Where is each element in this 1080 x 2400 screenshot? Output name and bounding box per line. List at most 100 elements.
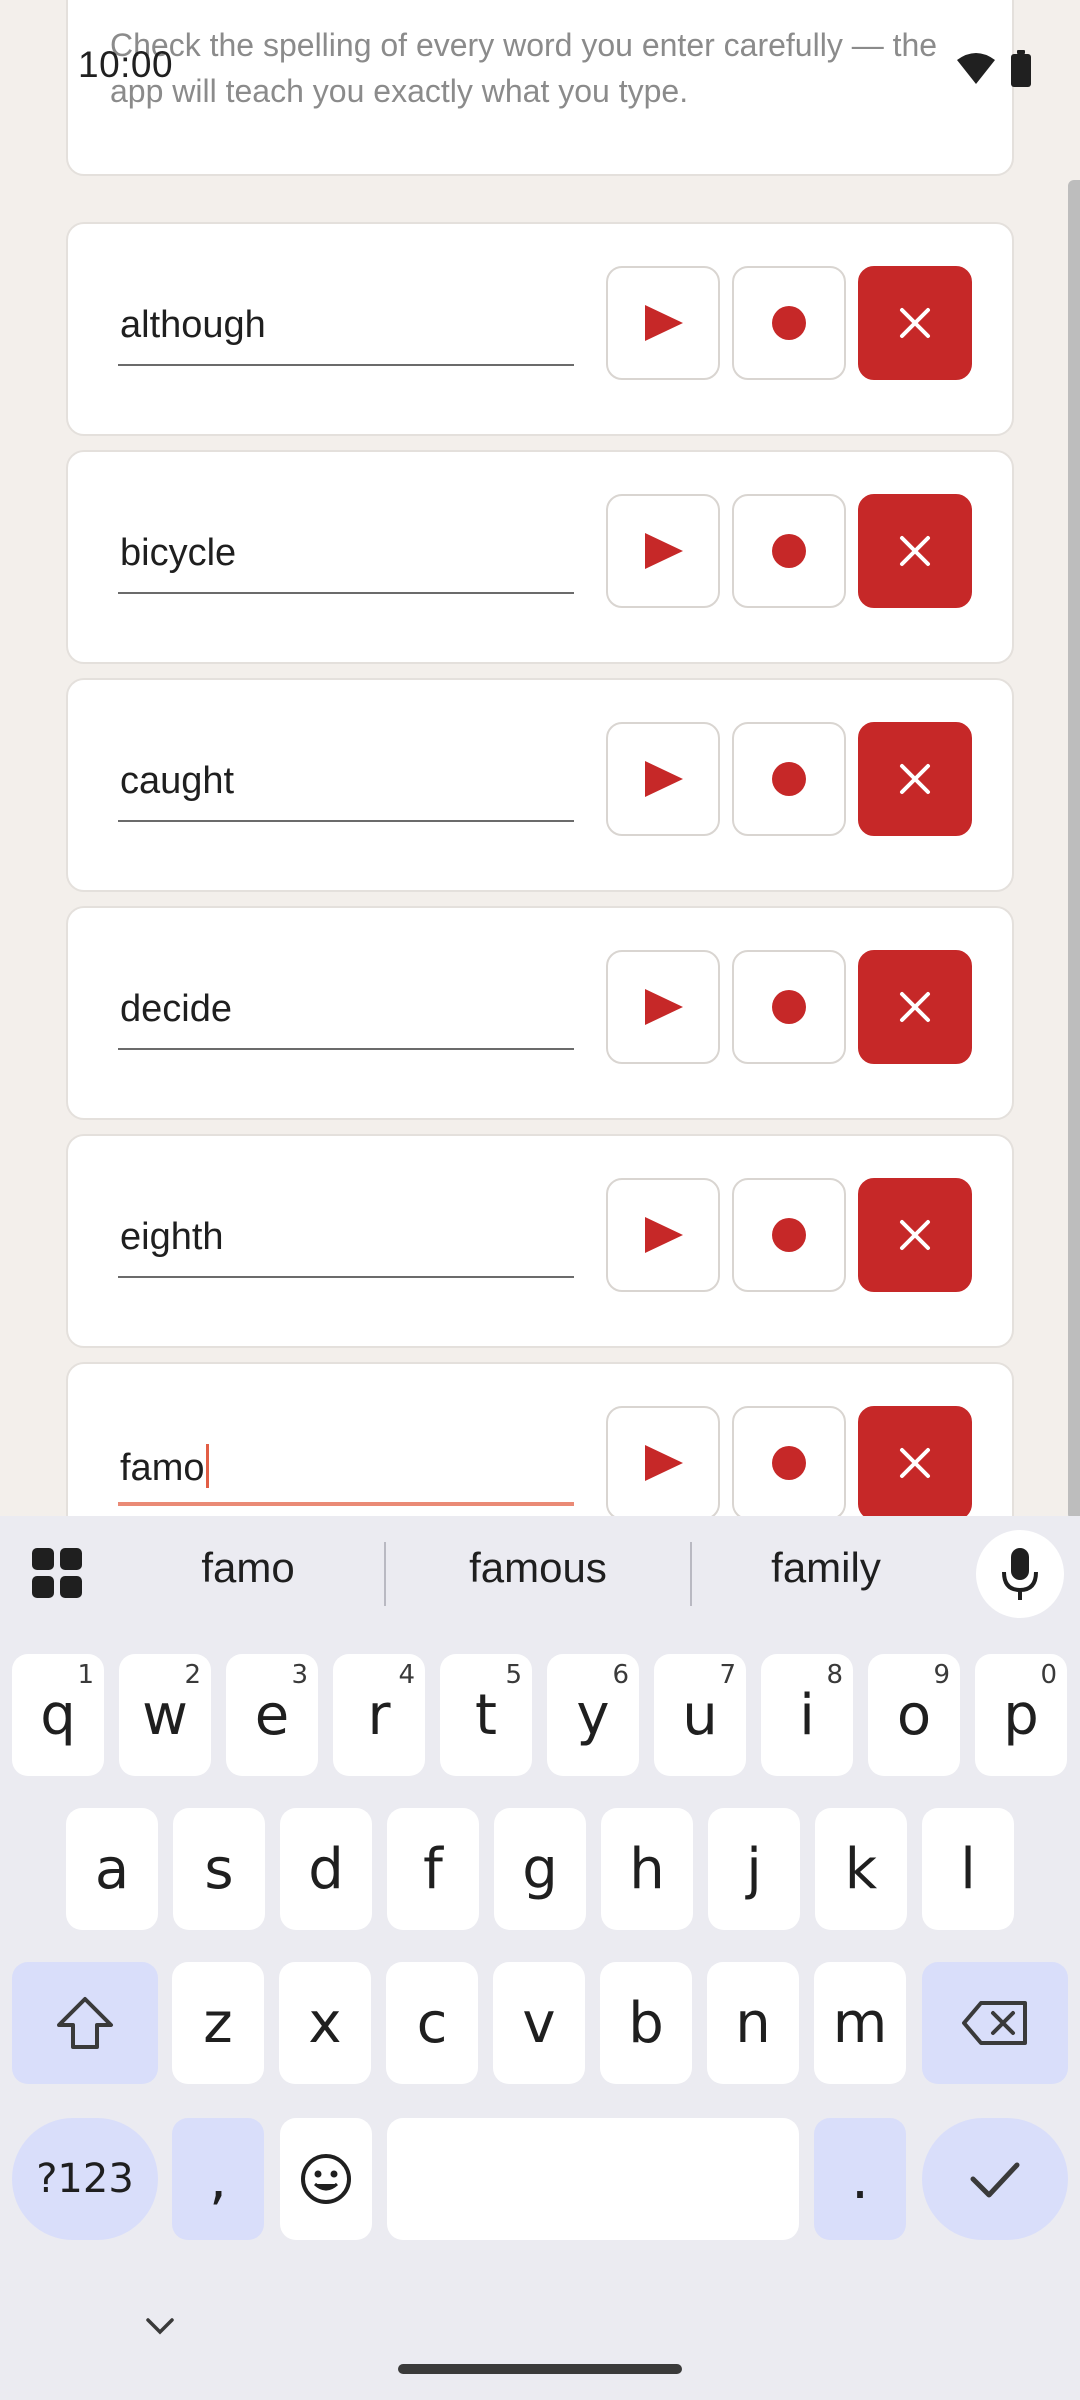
key-r[interactable]: r4 [333,1654,425,1776]
delete-button[interactable] [858,950,972,1064]
key-i[interactable]: i8 [761,1654,853,1776]
key-d[interactable]: d [280,1808,372,1930]
key-label: . [851,2146,869,2212]
key-z[interactable]: z [172,1962,264,2084]
record-button[interactable] [732,950,846,1064]
close-icon [900,1220,930,1250]
key-e[interactable]: e3 [226,1654,318,1776]
word-input[interactable]: decide [118,980,574,1050]
home-indicator[interactable] [398,2364,682,2374]
key-t[interactable]: t5 [440,1654,532,1776]
key-k[interactable]: k [815,1808,907,1930]
key-q[interactable]: q1 [12,1654,104,1776]
key-h[interactable]: h [601,1808,693,1930]
key-label: h [629,1836,665,1902]
key-v[interactable]: v [493,1962,585,2084]
key-label: l [960,1836,976,1902]
key-hint: 6 [612,1660,629,1690]
key-hint: 4 [398,1660,415,1690]
keyboard: famo famous family q1w2e3r4t5y6u7i8o9p0a… [0,1516,1080,2400]
key-y[interactable]: y6 [547,1654,639,1776]
delete-button[interactable] [858,722,972,836]
key-label: v [522,1990,556,2056]
key-o[interactable]: o9 [868,1654,960,1776]
word-input-value: decide [120,988,232,1030]
record-button[interactable] [732,722,846,836]
apps-grid-icon[interactable] [30,1546,86,1607]
key-label: c [416,1990,448,2056]
close-icon [900,308,930,338]
play-icon [645,533,683,569]
key-j[interactable]: j [708,1808,800,1930]
key-label: g [522,1836,558,1902]
play-button[interactable] [606,950,720,1064]
record-button[interactable] [732,1406,846,1520]
suggestion-3[interactable]: family [686,1544,966,1592]
symbols-key[interactable]: ?123 [12,2118,158,2240]
play-button[interactable] [606,266,720,380]
record-button[interactable] [732,1178,846,1292]
close-icon [900,764,930,794]
close-icon [900,1448,930,1478]
play-button[interactable] [606,1178,720,1292]
suggestion-2[interactable]: famous [398,1544,678,1592]
key-a[interactable]: a [66,1808,158,1930]
comma-key[interactable]: , [172,2118,264,2240]
key-b[interactable]: b [600,1962,692,2084]
hide-keyboard-button[interactable] [144,2316,176,2341]
delete-button[interactable] [858,1406,972,1520]
key-g[interactable]: g [494,1808,586,1930]
enter-key[interactable] [922,2118,1068,2240]
suggestion-1[interactable]: famo [108,1544,388,1592]
key-f[interactable]: f [387,1808,479,1930]
key-label: u [682,1682,718,1748]
key-hint: 1 [77,1660,94,1690]
play-button[interactable] [606,1406,720,1520]
key-label: f [423,1836,443,1902]
word-input[interactable]: although [118,296,574,366]
space-key[interactable] [387,2118,799,2240]
key-label: d [308,1836,344,1902]
key-label: r [367,1682,391,1748]
word-input[interactable]: caught [118,752,574,822]
delete-button[interactable] [858,494,972,608]
word-card: decide [66,906,1014,1120]
record-icon [772,306,806,340]
key-p[interactable]: p0 [975,1654,1067,1776]
close-icon [900,536,930,566]
record-icon [772,990,806,1024]
play-button[interactable] [606,722,720,836]
play-icon [645,1445,683,1481]
word-input[interactable]: bicycle [118,524,574,594]
key-l[interactable]: l [922,1808,1014,1930]
key-label: t [475,1682,497,1748]
key-c[interactable]: c [386,1962,478,2084]
key-m[interactable]: m [814,1962,906,2084]
emoji-key[interactable] [280,2118,372,2240]
record-button[interactable] [732,494,846,608]
key-w[interactable]: w2 [119,1654,211,1776]
word-input[interactable]: eighth [118,1208,574,1278]
play-button[interactable] [606,494,720,608]
key-label: y [576,1682,610,1748]
delete-button[interactable] [858,266,972,380]
period-key[interactable]: . [814,2118,906,2240]
close-icon [900,992,930,1022]
key-label: s [204,1836,234,1902]
status-icons [956,50,1032,88]
backspace-icon [962,2001,1027,2045]
scrollbar[interactable] [1068,180,1080,1520]
key-u[interactable]: u7 [654,1654,746,1776]
record-button[interactable] [732,266,846,380]
key-label: m [832,1990,888,2056]
shift-key[interactable] [12,1962,158,2084]
battery-icon [1011,50,1031,87]
backspace-key[interactable] [922,1962,1068,2084]
mic-button[interactable] [976,1530,1064,1618]
key-n[interactable]: n [707,1962,799,2084]
delete-button[interactable] [858,1178,972,1292]
key-x[interactable]: x [279,1962,371,2084]
word-input-value: although [120,304,266,346]
word-input[interactable]: famo [118,1436,574,1506]
key-s[interactable]: s [173,1808,265,1930]
